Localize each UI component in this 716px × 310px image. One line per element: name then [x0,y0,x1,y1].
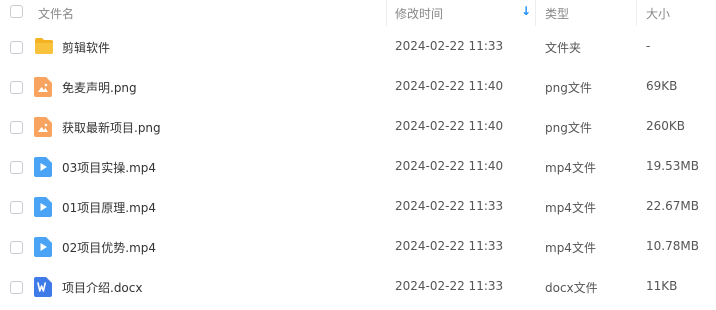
file-size: 69KB [646,79,678,93]
file-name[interactable]: 剪辑软件 [62,39,110,56]
column-header-type[interactable]: 类型 [545,5,569,22]
image-file-icon [34,77,52,97]
row-checkbox[interactable] [10,41,23,54]
column-header-name[interactable]: 文件名 [38,5,74,22]
file-type: png文件 [545,121,592,135]
file-name[interactable]: 01项目原理.mp4 [62,199,156,216]
file-type: mp4文件 [545,161,596,175]
file-list-header: 文件名 修改时间 ↓ 类型 大小 [0,0,716,26]
row-checkbox[interactable] [10,241,23,254]
sort-descending-icon[interactable]: ↓ [521,4,531,18]
file-type: mp4文件 [545,201,596,215]
column-header-modified[interactable]: 修改时间 [395,5,443,22]
file-modified: 2024-02-22 11:33 [395,39,504,53]
file-type: 文件夹 [545,41,582,55]
file-modified: 2024-02-22 11:40 [395,79,504,93]
file-modified: 2024-02-22 11:33 [395,199,504,213]
file-name[interactable]: 项目介绍.docx [62,279,142,296]
file-row[interactable]: 03项目实操.mp4 2024-02-22 11:40 mp4文件 19.53M… [0,147,716,187]
file-list: 文件名 修改时间 ↓ 类型 大小 剪辑软件 2024-02-22 11:33 文… [0,0,716,310]
file-row[interactable]: 02项目优势.mp4 2024-02-22 11:33 mp4文件 10.78M… [0,227,716,267]
image-file-icon [34,117,52,137]
file-row[interactable]: 免麦声明.png 2024-02-22 11:40 png文件 69KB [0,67,716,107]
file-row[interactable]: 01项目原理.mp4 2024-02-22 11:33 mp4文件 22.67M… [0,187,716,227]
video-file-icon [34,197,52,217]
file-size: 10.78MB [646,239,699,253]
row-checkbox[interactable] [10,81,23,94]
file-modified: 2024-02-22 11:33 [395,239,504,253]
column-divider [636,0,637,26]
column-header-size[interactable]: 大小 [646,5,670,22]
row-checkbox[interactable] [10,281,23,294]
file-modified: 2024-02-22 11:40 [395,119,504,133]
file-size: - [646,39,651,53]
file-type: docx文件 [545,281,598,295]
row-checkbox[interactable] [10,161,23,174]
column-divider [386,0,387,26]
file-type: png文件 [545,81,592,95]
file-size: 260KB [646,119,686,133]
file-name[interactable]: 02项目优势.mp4 [62,239,156,256]
video-file-icon [34,237,52,257]
select-all-checkbox[interactable] [10,5,23,18]
row-checkbox[interactable] [10,121,23,134]
file-name[interactable]: 免麦声明.png [62,79,137,96]
file-row[interactable]: 剪辑软件 2024-02-22 11:33 文件夹 - [0,27,716,67]
folder-icon [34,37,54,57]
file-row[interactable]: 获取最新项目.png 2024-02-22 11:40 png文件 260KB [0,107,716,147]
file-size: 11KB [646,279,678,293]
file-name[interactable]: 03项目实操.mp4 [62,159,156,176]
column-divider [535,0,536,26]
file-modified: 2024-02-22 11:40 [395,159,504,173]
file-row[interactable]: 项目介绍.docx 2024-02-22 11:33 docx文件 11KB [0,267,716,307]
video-file-icon [34,157,52,177]
word-file-icon [34,277,52,297]
file-size: 19.53MB [646,159,699,173]
row-checkbox[interactable] [10,201,23,214]
file-type: mp4文件 [545,241,596,255]
file-modified: 2024-02-22 11:33 [395,279,504,293]
file-size: 22.67MB [646,199,699,213]
file-name[interactable]: 获取最新项目.png [62,119,161,136]
